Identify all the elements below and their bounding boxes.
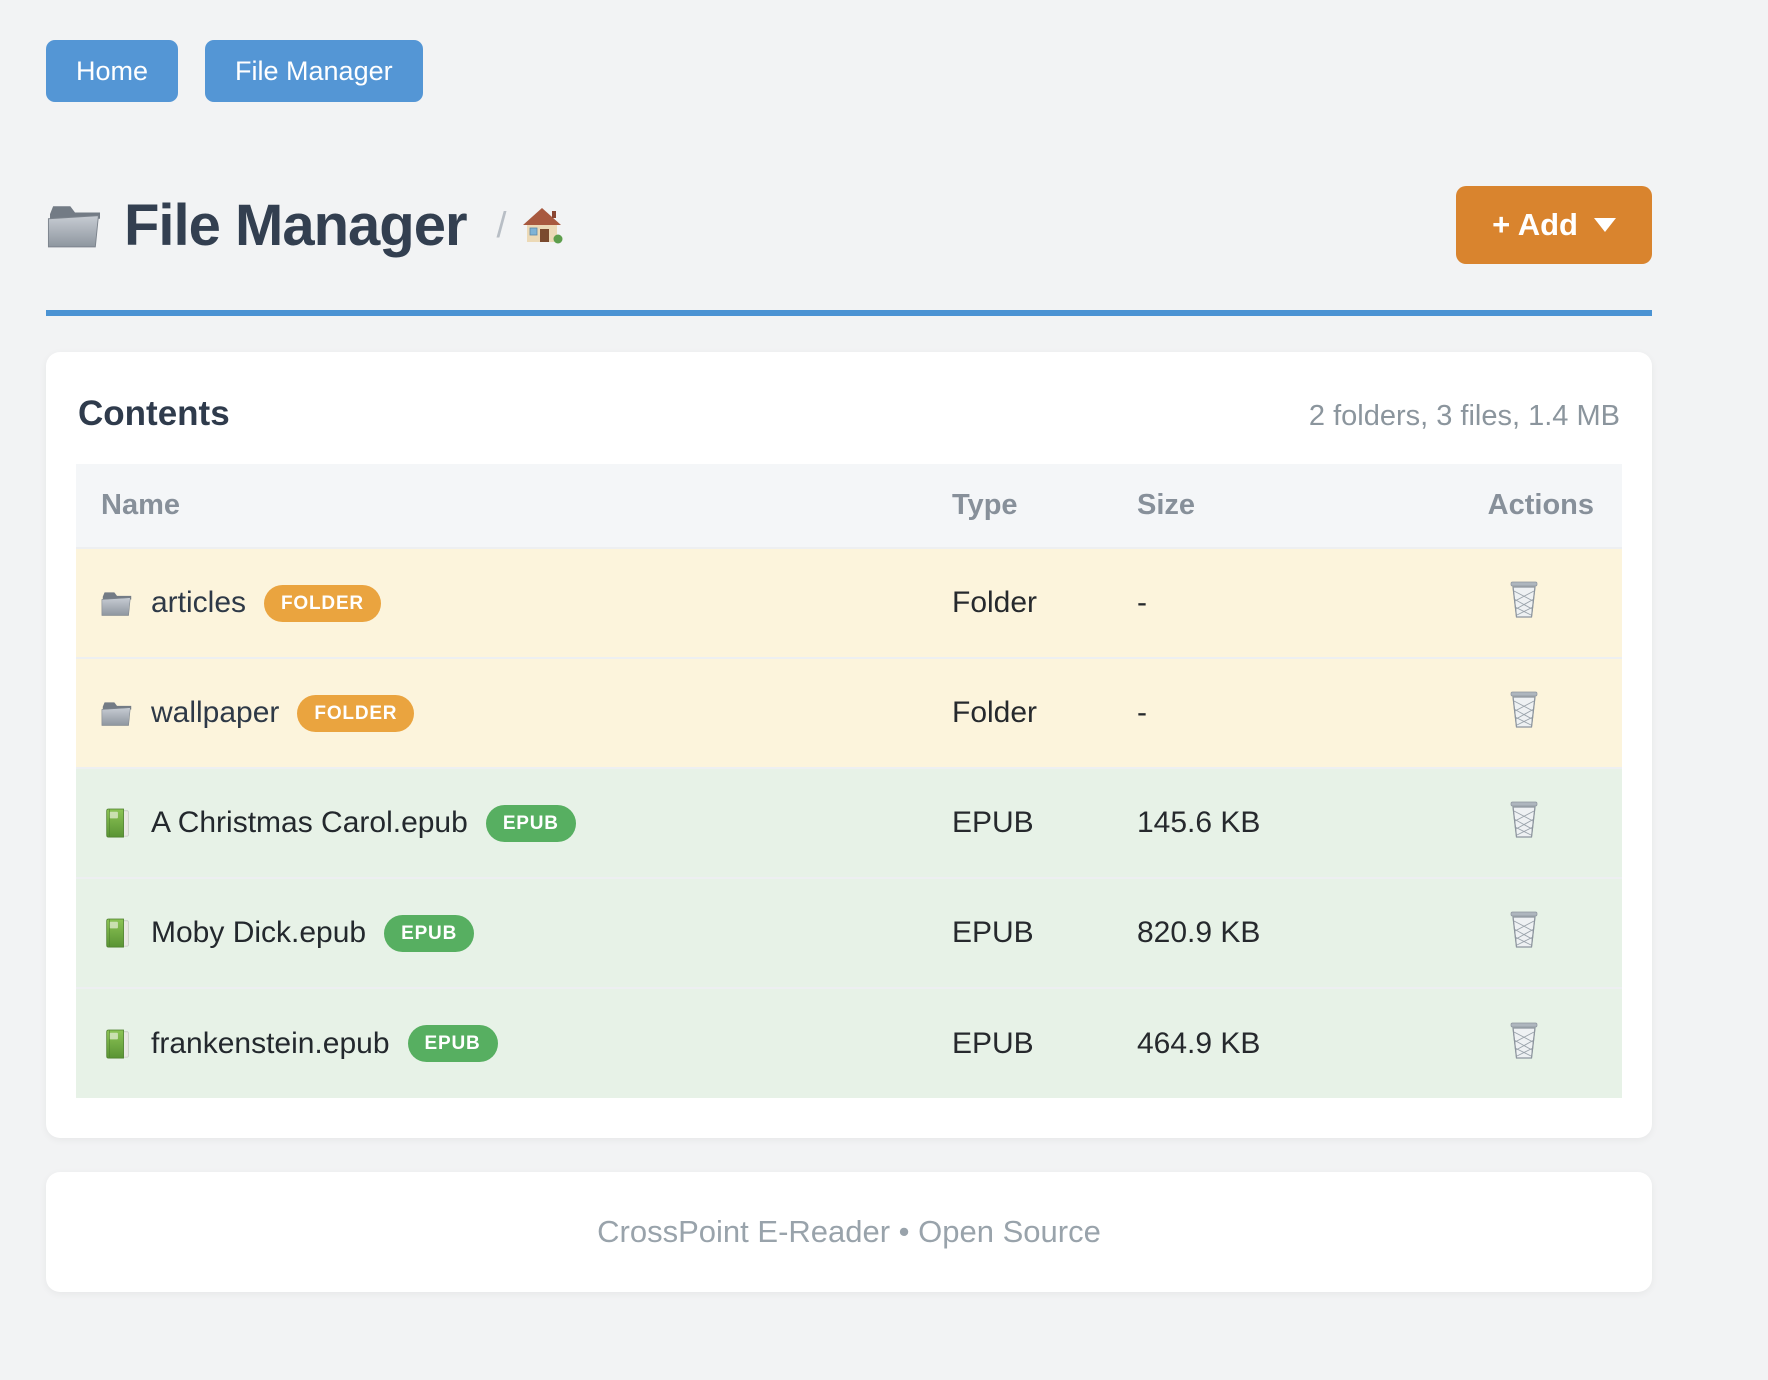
table-header-row: Name Type Size Actions	[76, 464, 1622, 548]
folder-icon	[46, 200, 104, 250]
cell-size: 820.9 KB	[1137, 878, 1337, 988]
column-header-actions: Actions	[1337, 464, 1622, 548]
cell-size: 464.9 KB	[1137, 988, 1337, 1098]
page-title: File Manager	[124, 192, 467, 259]
cell-type: EPUB	[952, 988, 1137, 1098]
type-badge: EPUB	[384, 915, 474, 952]
home-icon[interactable]	[521, 205, 563, 245]
column-header-name: Name	[76, 464, 952, 548]
green-book-icon	[101, 808, 133, 838]
column-header-size: Size	[1137, 464, 1337, 548]
caret-down-icon	[1594, 218, 1616, 232]
cell-actions	[1337, 658, 1622, 768]
cell-type: Folder	[952, 658, 1137, 768]
type-badge: EPUB	[486, 805, 576, 842]
entry-name: frankenstein.epub	[151, 1027, 390, 1061]
cell-name: wallpaper FOLDER	[76, 658, 952, 768]
delete-button[interactable]	[1506, 689, 1542, 729]
table-row: Moby Dick.epub EPUB EPUB 820.9 KB	[76, 878, 1622, 988]
footer-text: CrossPoint E-Reader • Open Source	[597, 1214, 1101, 1250]
trash-icon	[1506, 689, 1542, 729]
files-table: Name Type Size Actions articles FOLDER	[76, 464, 1622, 1098]
nav-button-file-manager[interactable]: File Manager	[205, 40, 423, 102]
type-badge: FOLDER	[264, 585, 381, 622]
trash-icon	[1506, 1020, 1542, 1060]
cell-type: Folder	[952, 548, 1137, 658]
green-book-icon	[101, 918, 133, 948]
title-group: File Manager /	[46, 192, 563, 259]
footer: CrossPoint E-Reader • Open Source	[46, 1172, 1652, 1292]
green-book-icon	[101, 1029, 133, 1059]
trash-icon	[1506, 909, 1542, 949]
cell-name: Moby Dick.epub EPUB	[76, 878, 952, 988]
folder-icon	[101, 698, 133, 728]
contents-heading: Contents	[78, 394, 230, 434]
add-button[interactable]: + Add	[1456, 186, 1652, 264]
delete-button[interactable]	[1506, 799, 1542, 839]
entry-name[interactable]: articles	[151, 586, 246, 620]
cell-name: A Christmas Carol.epub EPUB	[76, 768, 952, 878]
trash-icon	[1506, 579, 1542, 619]
cell-actions	[1337, 878, 1622, 988]
cell-size: -	[1137, 548, 1337, 658]
contents-card-header: Contents 2 folders, 3 files, 1.4 MB	[76, 394, 1622, 434]
cell-size: 145.6 KB	[1137, 768, 1337, 878]
nav-button-home[interactable]: Home	[46, 40, 178, 102]
page-header: File Manager / + Add	[46, 186, 1652, 264]
table-row: frankenstein.epub EPUB EPUB 464.9 KB	[76, 988, 1622, 1098]
cell-name: articles FOLDER	[76, 548, 952, 658]
contents-card: Contents 2 folders, 3 files, 1.4 MB Name…	[46, 352, 1652, 1138]
type-badge: EPUB	[408, 1025, 498, 1062]
cell-name: frankenstein.epub EPUB	[76, 988, 952, 1098]
type-badge: FOLDER	[297, 695, 414, 732]
entry-name: A Christmas Carol.epub	[151, 806, 468, 840]
entry-name[interactable]: wallpaper	[151, 696, 279, 730]
breadcrumb: /	[497, 204, 563, 246]
contents-summary: 2 folders, 3 files, 1.4 MB	[1309, 400, 1620, 433]
table-row: wallpaper FOLDER Folder -	[76, 658, 1622, 768]
top-nav: Home File Manager	[46, 40, 1652, 102]
delete-button[interactable]	[1506, 579, 1542, 619]
table-row: articles FOLDER Folder -	[76, 548, 1622, 658]
cell-actions	[1337, 988, 1622, 1098]
column-header-type: Type	[952, 464, 1137, 548]
table-row: A Christmas Carol.epub EPUB EPUB 145.6 K…	[76, 768, 1622, 878]
add-button-label: + Add	[1492, 207, 1578, 243]
cell-type: EPUB	[952, 768, 1137, 878]
cell-actions	[1337, 548, 1622, 658]
title-divider	[46, 310, 1652, 316]
cell-actions	[1337, 768, 1622, 878]
delete-button[interactable]	[1506, 909, 1542, 949]
entry-name: Moby Dick.epub	[151, 916, 366, 950]
delete-button[interactable]	[1506, 1020, 1542, 1060]
page-container: Home File Manager File Manager / + Add C…	[46, 0, 1652, 1292]
folder-icon	[101, 588, 133, 618]
cell-size: -	[1137, 658, 1337, 768]
cell-type: EPUB	[952, 878, 1137, 988]
trash-icon	[1506, 799, 1542, 839]
breadcrumb-separator: /	[497, 204, 507, 246]
